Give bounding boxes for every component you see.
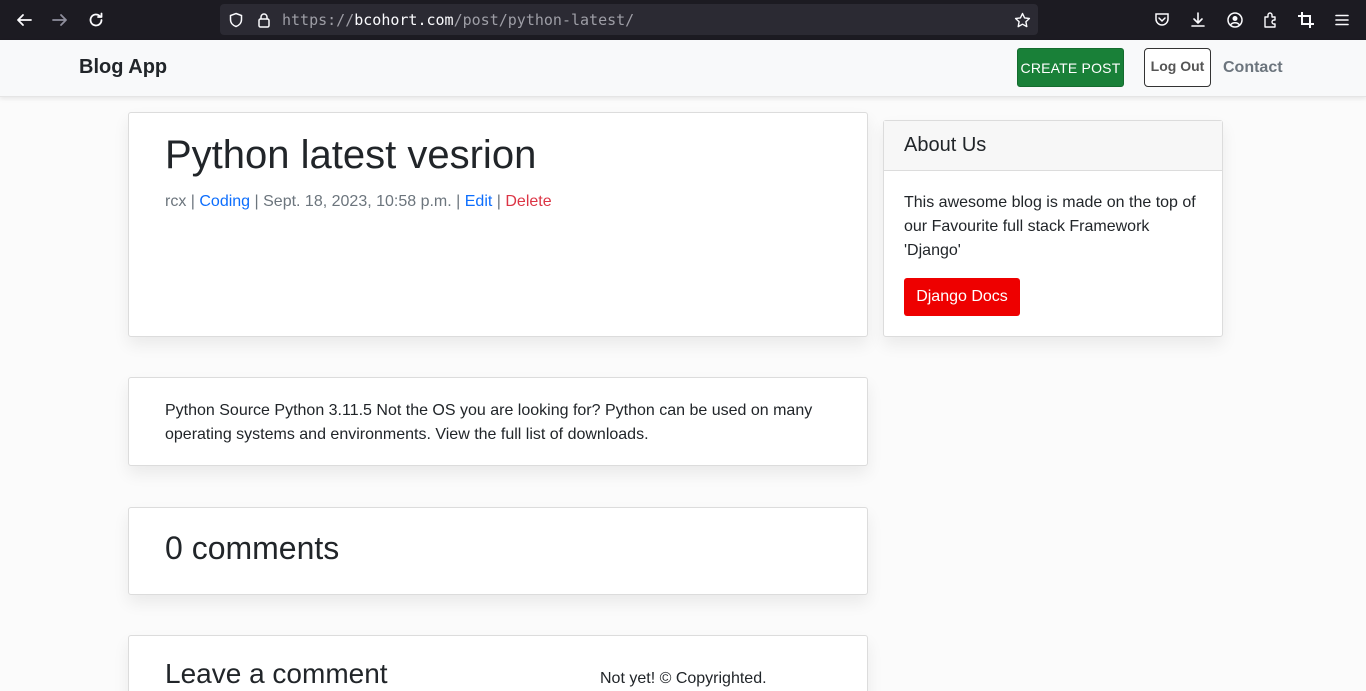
post-category-link[interactable]: Coding xyxy=(199,193,250,210)
meta-separator: | xyxy=(250,193,264,210)
edit-post-link[interactable]: Edit xyxy=(465,193,493,210)
post-date: Sept. 18, 2023, 10:58 p.m. xyxy=(263,193,452,210)
footer-copyright: Not yet! © Copyrighted. xyxy=(600,670,767,687)
browser-toolbar: https://bcohort.com/post/python-latest/ xyxy=(0,0,1366,40)
reload-icon[interactable] xyxy=(84,8,108,32)
account-icon[interactable] xyxy=(1224,9,1246,31)
about-us-card: About Us This awesome blog is made on th… xyxy=(883,120,1223,337)
address-bar[interactable]: https://bcohort.com/post/python-latest/ xyxy=(220,4,1038,35)
post-header-card: Python latest vesrion rcx | Coding | Sep… xyxy=(128,112,868,337)
comments-count: 0 comments xyxy=(165,530,340,566)
crop-icon[interactable] xyxy=(1295,9,1317,31)
contact-link[interactable]: Contact xyxy=(1223,59,1283,77)
meta-separator: | xyxy=(451,193,465,210)
brand-logo-text[interactable]: Blog App xyxy=(79,56,167,79)
post-body-text: Python Source Python 3.11.5 Not the OS y… xyxy=(165,402,813,443)
delete-post-link[interactable]: Delete xyxy=(505,193,551,210)
post-title: Python latest vesrion xyxy=(165,133,537,177)
post-meta: rcx | Coding | Sept. 18, 2023, 10:58 p.m… xyxy=(165,193,552,211)
post-author: rcx xyxy=(165,193,187,210)
create-post-button[interactable]: CREATE POST xyxy=(1017,48,1124,87)
url-scheme: https:// xyxy=(282,11,355,29)
about-us-header: About Us xyxy=(884,121,1222,171)
post-body-card: Python Source Python 3.11.5 Not the OS y… xyxy=(128,377,868,466)
extensions-icon[interactable] xyxy=(1260,9,1282,31)
url-path: /post/python-latest/ xyxy=(453,11,635,29)
about-us-text: This awesome blog is made on the top of … xyxy=(904,194,1196,259)
forward-arrow-icon[interactable] xyxy=(48,8,72,32)
downloads-icon[interactable] xyxy=(1187,9,1209,31)
meta-separator: | xyxy=(186,193,200,210)
pocket-icon[interactable] xyxy=(1151,9,1173,31)
logout-button[interactable]: Log Out xyxy=(1144,48,1211,87)
tracking-shield-icon[interactable] xyxy=(226,10,246,30)
menu-hamburger-icon[interactable] xyxy=(1331,9,1353,31)
lock-icon[interactable] xyxy=(254,10,274,30)
meta-separator: | xyxy=(492,193,506,210)
about-us-title: About Us xyxy=(904,134,987,156)
url-text[interactable]: https://bcohort.com/post/python-latest/ xyxy=(282,11,634,29)
back-arrow-icon[interactable] xyxy=(12,8,36,32)
django-docs-button[interactable]: Django Docs xyxy=(904,278,1020,316)
site-navbar: Blog App CREATE POST Log Out Contact xyxy=(0,40,1366,97)
bookmark-star-icon[interactable] xyxy=(1012,10,1032,30)
url-host: bcohort.com xyxy=(354,11,454,29)
leave-comment-title: Leave a comment xyxy=(165,658,388,689)
comments-card: 0 comments xyxy=(128,507,868,595)
